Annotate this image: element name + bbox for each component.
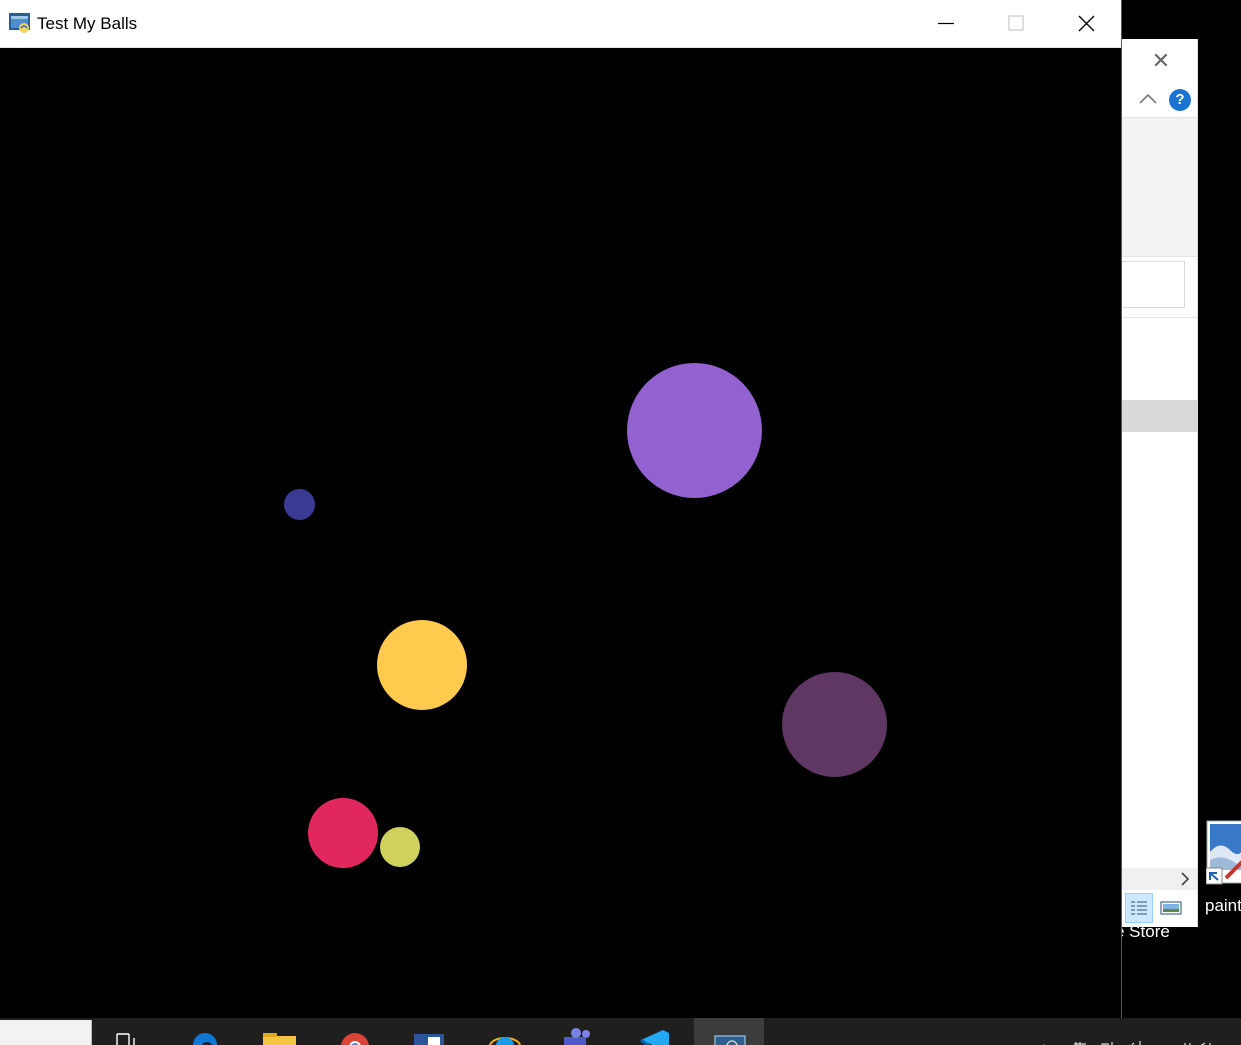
- minimize-icon: [938, 22, 954, 25]
- ball-yellow: [377, 620, 467, 710]
- file-explorer-icon[interactable]: [259, 1028, 299, 1045]
- search-input[interactable]: [1121, 261, 1185, 308]
- chevron-up-icon[interactable]: [1137, 89, 1159, 109]
- background-explorer-window: ✕ ?: [1121, 39, 1198, 927]
- title-bar[interactable]: Test My Balls: [0, 0, 1121, 48]
- simulation-canvas[interactable]: [0, 48, 1121, 1018]
- ball-plum: [782, 672, 887, 777]
- app-window: Test My Balls: [0, 0, 1122, 1018]
- maximize-icon: [1008, 15, 1024, 31]
- maximize-button[interactable]: [981, 0, 1051, 47]
- close-button[interactable]: [1051, 0, 1121, 47]
- edge-icon[interactable]: [186, 1028, 226, 1045]
- system-tray[interactable]: [1040, 1036, 1240, 1045]
- internet-explorer-icon[interactable]: [485, 1028, 525, 1045]
- ball-large-violet: [627, 363, 762, 498]
- help-icon[interactable]: ?: [1169, 89, 1191, 111]
- desktop-icon-label: paint: [1205, 896, 1241, 915]
- horizontal-scrollbar[interactable]: [1121, 868, 1197, 890]
- window-title: Test My Balls: [37, 14, 138, 33]
- vscode-icon[interactable]: [635, 1028, 675, 1045]
- python-icon: [9, 12, 31, 34]
- ball-olive-yellow: [380, 827, 420, 867]
- word-icon[interactable]: [410, 1028, 450, 1045]
- minimize-button[interactable]: [911, 0, 981, 47]
- teams-icon[interactable]: [560, 1028, 600, 1045]
- task-view-icon[interactable]: [113, 1028, 153, 1045]
- status-text: e Store: [1121, 922, 1170, 941]
- chrome-icon[interactable]: [335, 1028, 375, 1045]
- ball-small-navy: [284, 489, 315, 520]
- paint-shortcut-icon[interactable]: [1206, 820, 1241, 886]
- selected-list-item[interactable]: [1121, 400, 1197, 432]
- ribbon-area: [1121, 117, 1197, 257]
- chevron-right-icon[interactable]: [1175, 868, 1195, 890]
- taskbar-search-box[interactable]: [0, 1020, 92, 1045]
- large-icons-view-icon[interactable]: [1158, 893, 1186, 923]
- python-app-icon[interactable]: [710, 1028, 750, 1045]
- details-view-icon[interactable]: [1125, 893, 1153, 923]
- ball-crimson: [308, 798, 378, 868]
- close-icon: [1078, 15, 1095, 32]
- taskbar: [0, 1018, 1241, 1045]
- close-icon[interactable]: ✕: [1149, 50, 1173, 72]
- divider: [1121, 317, 1197, 318]
